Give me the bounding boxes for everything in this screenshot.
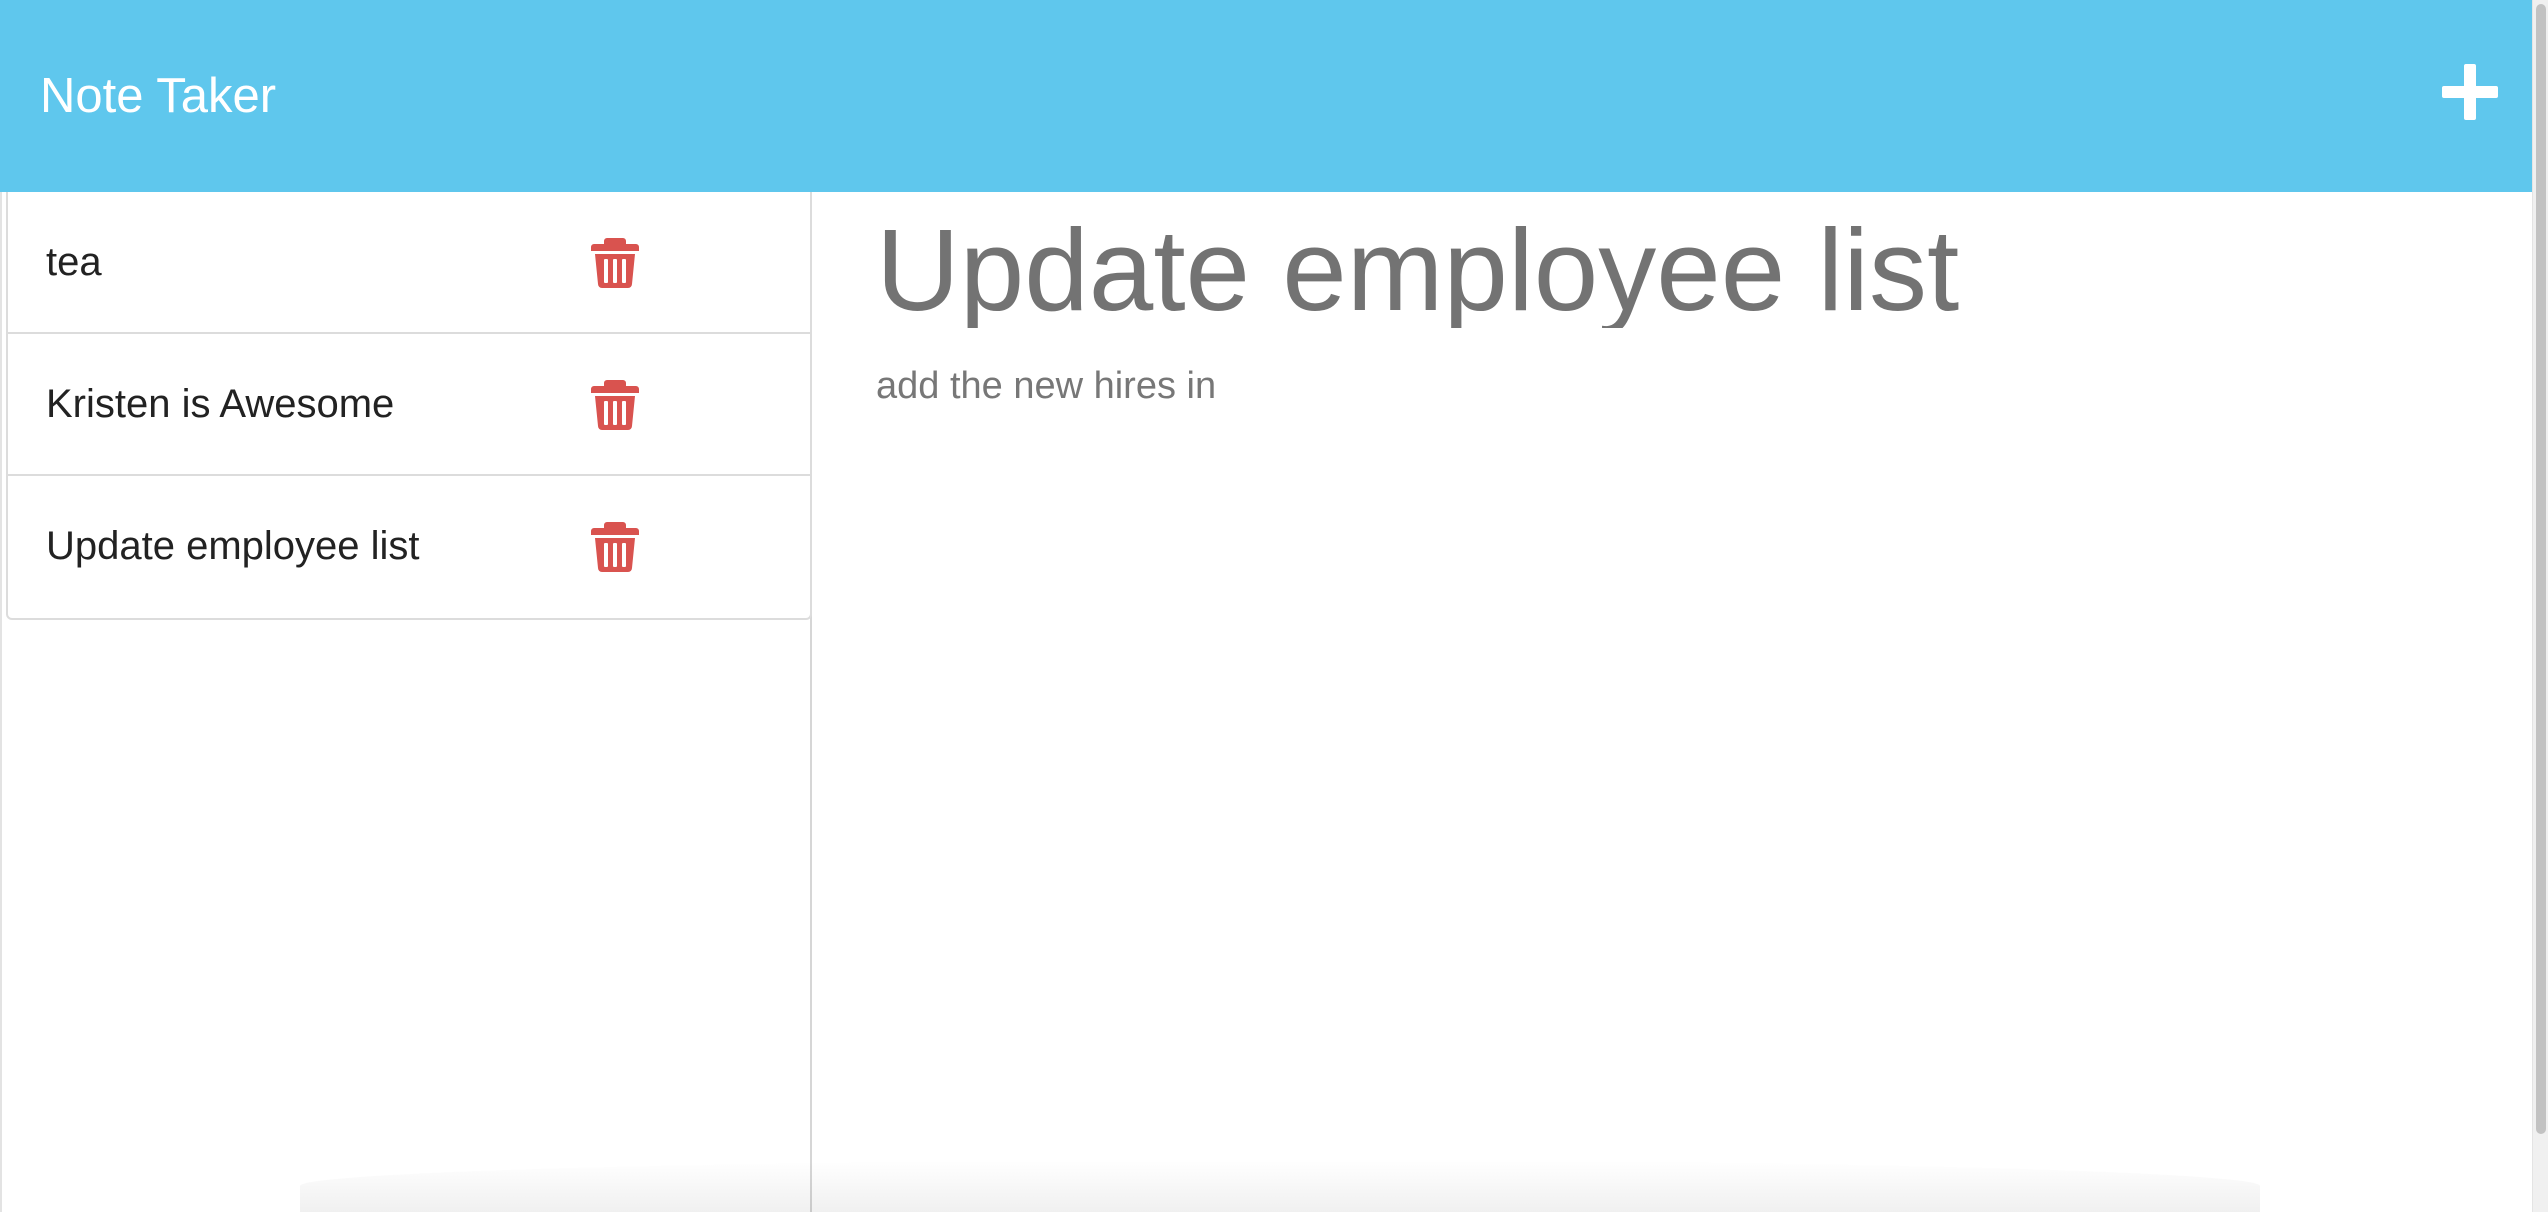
app-title[interactable]: Note Taker	[40, 62, 276, 130]
delete-note-button[interactable]	[590, 520, 640, 572]
trash-icon	[591, 522, 639, 572]
note-taker-app: Note Taker tea Kristen is Awesome Update…	[0, 0, 2532, 1212]
note-editor: add the new hires in	[814, 192, 2532, 1212]
trash-icon	[591, 238, 639, 288]
delete-note-button[interactable]	[590, 236, 640, 288]
note-item-title[interactable]: Update employee list	[46, 520, 420, 572]
note-text-textarea[interactable]: add the new hires in	[876, 360, 2376, 960]
page-scrollbar[interactable]	[2532, 0, 2548, 1212]
note-item-title[interactable]: tea	[46, 236, 102, 288]
navbar: Note Taker	[0, 0, 2532, 192]
scrollbar-thumb[interactable]	[2536, 4, 2546, 1134]
new-note-button[interactable]	[2440, 62, 2500, 122]
list-item[interactable]: Kristen is Awesome	[8, 334, 810, 476]
note-item-title[interactable]: Kristen is Awesome	[46, 378, 394, 430]
list-item[interactable]: Update employee list	[8, 476, 810, 618]
list-item[interactable]: tea	[8, 192, 810, 334]
delete-note-button[interactable]	[590, 378, 640, 430]
note-title-input[interactable]	[876, 212, 2376, 328]
note-list: tea Kristen is Awesome Update employee l…	[6, 192, 812, 620]
trash-icon	[591, 380, 639, 430]
sidebar: tea Kristen is Awesome Update employee l…	[0, 192, 812, 1212]
plus-icon	[2442, 64, 2498, 120]
